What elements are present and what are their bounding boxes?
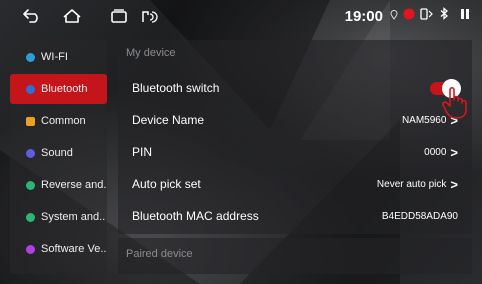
recent-apps-icon[interactable] [107, 4, 131, 28]
device-name-row[interactable]: Device Name NAM5960 > [118, 104, 472, 136]
sidebar-item-label: Software Ve.. [41, 243, 107, 255]
sidebar-item-system[interactable]: System and.. [10, 202, 107, 232]
car-link-icon[interactable] [138, 4, 162, 28]
my-device-panel: My device Bluetooth switch Device Name N… [118, 40, 472, 234]
sidebar-item-label: System and.. [41, 211, 106, 223]
auto-pick-value: Never auto pick [376, 178, 447, 190]
software-icon [26, 244, 35, 254]
sidebar-item-wifi[interactable]: WI-FI [10, 42, 107, 72]
section-title: My device [126, 47, 176, 59]
mac-address-value: B4EDD58ADA90 [381, 210, 458, 222]
chevron-right-icon: > [450, 144, 458, 160]
back-icon[interactable] [20, 4, 44, 28]
bluetooth-device-icon [420, 7, 434, 25]
auto-pick-row[interactable]: Auto pick set Never auto pick > [118, 168, 472, 200]
bluetooth-switch-row[interactable]: Bluetooth switch [118, 72, 472, 104]
home-icon[interactable] [60, 4, 84, 28]
bluetooth-icon [26, 84, 35, 94]
status-indicators: 19:00 [345, 0, 470, 32]
sidebar-item-common[interactable]: Common [10, 106, 107, 136]
row-value: Never auto pick > [377, 177, 458, 192]
sidebar-item-label: Sound [41, 147, 73, 159]
section-title: Paired device [126, 248, 193, 260]
bluetooth-icon [439, 7, 449, 25]
sidebar-item-label: Common [41, 115, 86, 127]
sidebar-item-label: Reverse and.. [41, 179, 107, 191]
system-icon [26, 212, 35, 222]
chevron-right-icon: > [450, 176, 458, 192]
hand-pointer-icon [440, 86, 470, 125]
row-label: Device Name [132, 113, 205, 127]
wifi-icon [26, 52, 35, 62]
row-label: Bluetooth MAC address [132, 209, 259, 223]
screen: 19:00 WI-FI Bluetooth Common Sound Rever… [0, 0, 482, 284]
settings-sidebar: WI-FI Bluetooth Common Sound Reverse and… [10, 40, 107, 274]
clock: 19:00 [344, 7, 383, 25]
pause-icon[interactable] [460, 7, 470, 25]
pin-value: 0000 [424, 146, 447, 158]
status-bar: 19:00 [0, 0, 482, 32]
row-value: 0000 > [424, 145, 458, 160]
sidebar-item-sound[interactable]: Sound [10, 138, 107, 168]
row-label: PIN [132, 145, 153, 159]
sidebar-item-label: WI-FI [41, 51, 68, 63]
location-icon [390, 7, 398, 25]
pin-row[interactable]: PIN 0000 > [118, 136, 472, 168]
reverse-icon [26, 180, 35, 190]
common-settings-icon [26, 116, 35, 126]
row-label: Auto pick set [132, 177, 201, 191]
paired-device-panel: Paired device [118, 238, 472, 274]
record-icon [403, 7, 415, 25]
sidebar-item-software[interactable]: Software Ve.. [10, 234, 107, 264]
sound-icon [26, 148, 35, 158]
mac-address-row: Bluetooth MAC address B4EDD58ADA90 [118, 200, 472, 232]
sidebar-item-label: Bluetooth [41, 83, 88, 95]
sidebar-item-reverse[interactable]: Reverse and.. [10, 170, 107, 200]
sidebar-item-bluetooth[interactable]: Bluetooth [10, 74, 107, 104]
row-label: Bluetooth switch [132, 81, 220, 95]
